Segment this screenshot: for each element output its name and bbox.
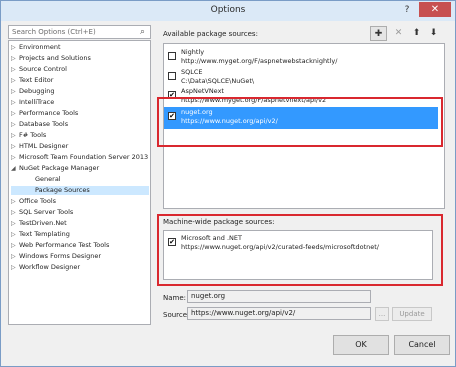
expand-arrow-icon[interactable]: ▷ xyxy=(11,131,19,140)
tree-item-package-sources[interactable]: Package Sources xyxy=(11,186,149,195)
search-placeholder: Search Options (Ctrl+E) xyxy=(12,28,96,36)
tree-item-label: Source Control xyxy=(19,65,67,73)
tree-item-intellitrace[interactable]: ▷ IntelliTrace xyxy=(11,98,54,107)
expand-arrow-icon[interactable]: ▷ xyxy=(11,120,19,129)
move-down-button[interactable]: ⬇ xyxy=(425,26,442,41)
tree-item-label: IntelliTrace xyxy=(19,98,55,106)
source-name: AspNetVNext xyxy=(181,87,224,95)
tree-item-text-templating[interactable]: ▷ Text Templating xyxy=(11,230,70,239)
source-url: https://www.nuget.org/api/v2/curated-fee… xyxy=(181,243,379,251)
tree-item-source-control[interactable]: ▷ Source Control xyxy=(11,65,67,74)
expand-arrow-icon[interactable]: ▷ xyxy=(11,153,19,162)
tree-item-projects[interactable]: ▷ Projects and Solutions xyxy=(11,54,91,63)
tree-item-label: Workflow Designer xyxy=(19,263,81,271)
tree-item-label: Environment xyxy=(19,43,61,51)
tree-item-label: Text Templating xyxy=(19,230,70,238)
source-name: Nightly xyxy=(181,48,205,56)
tree-item-label: Package Sources xyxy=(35,186,90,194)
name-field[interactable]: nuget.org xyxy=(187,290,371,303)
tree-item-label: F# Tools xyxy=(19,131,47,139)
tree-item-label: Windows Forms Designer xyxy=(19,252,102,260)
expand-arrow-icon[interactable]: ▷ xyxy=(11,43,19,52)
tree-item-label: SQL Server Tools xyxy=(19,208,74,216)
remove-source-button[interactable]: ✕ xyxy=(390,26,407,41)
source-url: http://www.myget.org/F/aspnetwebstacknig… xyxy=(181,57,338,65)
move-up-button[interactable]: ⬆ xyxy=(408,26,425,41)
source-item-sqlce[interactable]: SQLCE C:\Data\SQLCE\NuGet\ xyxy=(168,68,438,86)
tree-item-html-designer[interactable]: ▷ HTML Designer xyxy=(11,142,68,151)
tree-item-web-performance[interactable]: ▷ Web Performance Test Tools xyxy=(11,241,109,250)
tree-item-office-tools[interactable]: ▷ Office Tools xyxy=(11,197,56,206)
browse-button[interactable]: ... xyxy=(375,307,389,321)
tree-item-label: NuGet Package Manager xyxy=(19,164,100,172)
expand-arrow-icon[interactable]: ▷ xyxy=(11,87,19,96)
search-input[interactable]: Search Options (Ctrl+E) ⌕ xyxy=(8,25,151,39)
options-dialog: Options ? ✕ Search Options (Ctrl+E) ⌕ ▷ E… xyxy=(0,0,456,367)
tree-item-label: Database Tools xyxy=(19,120,69,128)
tree-item-label: TestDriven.Net xyxy=(19,219,67,227)
tree-item-performance-tools[interactable]: ▷ Performance Tools xyxy=(11,109,78,118)
tree-item-label: Microsoft Team Foundation Server 2013 xyxy=(19,153,149,161)
expand-arrow-icon[interactable]: ▷ xyxy=(11,54,19,63)
source-field[interactable]: https://www.nuget.org/api/v2/ xyxy=(187,307,371,320)
tree-item-label: Text Editor xyxy=(19,76,54,84)
window-title: Options xyxy=(210,5,246,15)
expand-arrow-icon[interactable]: ▷ xyxy=(11,76,19,85)
source-item-microsoft-dotnet[interactable]: ✔ Microsoft and .NET https://www.nuget.o… xyxy=(168,234,430,252)
machine-sources-list[interactable]: ✔ Microsoft and .NET https://www.nuget.o… xyxy=(163,230,433,280)
machine-sources-label: Machine-wide package sources: xyxy=(163,218,275,226)
available-sources-label: Available package sources: xyxy=(163,30,258,38)
tree-item-testdriven[interactable]: ▷ TestDriven.Net xyxy=(11,219,67,228)
tree-item-text-editor[interactable]: ▷ Text Editor xyxy=(11,76,53,85)
highlight-box xyxy=(157,97,443,147)
tree-item-sql-server-tools[interactable]: ▷ SQL Server Tools xyxy=(11,208,73,217)
tree-item-label: General xyxy=(35,175,61,183)
tree-item-label: Debugging xyxy=(19,87,55,95)
tree-item-label: Performance Tools xyxy=(19,109,79,117)
tree-item-tfs-2013[interactable]: ▷ Microsoft Team Foundation Server 2013 xyxy=(11,153,148,162)
expand-arrow-icon[interactable]: ▷ xyxy=(11,219,19,228)
source-name: Microsoft and .NET xyxy=(181,234,242,242)
cancel-button[interactable]: Cancel xyxy=(394,335,450,355)
close-button[interactable]: ✕ xyxy=(419,2,451,17)
name-label: Name: xyxy=(163,294,187,302)
tree-item-database-tools[interactable]: ▷ Database Tools xyxy=(11,120,68,129)
ok-button[interactable]: OK xyxy=(333,335,389,355)
search-icon: ⌕ xyxy=(140,27,146,37)
source-checkbox[interactable] xyxy=(168,52,176,60)
source-checkbox[interactable]: ✔ xyxy=(168,238,176,246)
expand-arrow-icon[interactable]: ▷ xyxy=(11,241,19,250)
expand-arrow-icon[interactable]: ▷ xyxy=(11,252,19,261)
source-checkbox[interactable] xyxy=(168,72,176,80)
expand-arrow-icon[interactable]: ▷ xyxy=(11,109,19,118)
source-item-nightly[interactable]: Nightly http://www.myget.org/F/aspnetweb… xyxy=(168,48,438,66)
tree-item-nuget-package-manager[interactable]: ◢ NuGet Package Manager xyxy=(11,164,99,173)
tree-item-label: Web Performance Test Tools xyxy=(19,241,110,249)
expand-arrow-icon[interactable]: ▷ xyxy=(11,263,19,272)
add-source-button[interactable]: ✚ xyxy=(370,26,387,41)
tree-item-label: Office Tools xyxy=(19,197,57,205)
title-bar: Options ? ✕ xyxy=(1,1,455,21)
tree-item-debugging[interactable]: ▷ Debugging xyxy=(11,87,55,96)
expand-arrow-icon[interactable]: ▷ xyxy=(11,208,19,217)
source-label: Source: xyxy=(163,311,190,319)
tree-item-fsharp-tools[interactable]: ▷ F# Tools xyxy=(11,131,46,140)
options-tree[interactable]: ▷ Environment ▷ Projects and Solutions ▷ So… xyxy=(8,40,151,325)
source-url: C:\Data\SQLCE\NuGet\ xyxy=(181,77,255,85)
help-button[interactable]: ? xyxy=(398,3,416,17)
tree-item-workflow-designer[interactable]: ▷ Workflow Designer xyxy=(11,263,80,272)
expand-arrow-icon[interactable]: ▷ xyxy=(11,98,19,107)
tree-item-label: Projects and Solutions xyxy=(19,54,91,62)
expand-arrow-icon[interactable]: ▷ xyxy=(11,230,19,239)
source-name: SQLCE xyxy=(181,68,203,76)
expand-arrow-icon[interactable]: ▷ xyxy=(11,142,19,151)
expand-arrow-icon[interactable]: ▷ xyxy=(11,197,19,206)
update-button[interactable]: Update xyxy=(392,307,432,321)
tree-item-general[interactable]: General xyxy=(35,175,61,184)
collapse-arrow-icon[interactable]: ◢ xyxy=(11,164,19,173)
expand-arrow-icon[interactable]: ▷ xyxy=(11,65,19,74)
tree-item-label: HTML Designer xyxy=(19,142,69,150)
tree-item-environment[interactable]: ▷ Environment xyxy=(11,43,61,52)
tree-item-windows-forms[interactable]: ▷ Windows Forms Designer xyxy=(11,252,101,261)
